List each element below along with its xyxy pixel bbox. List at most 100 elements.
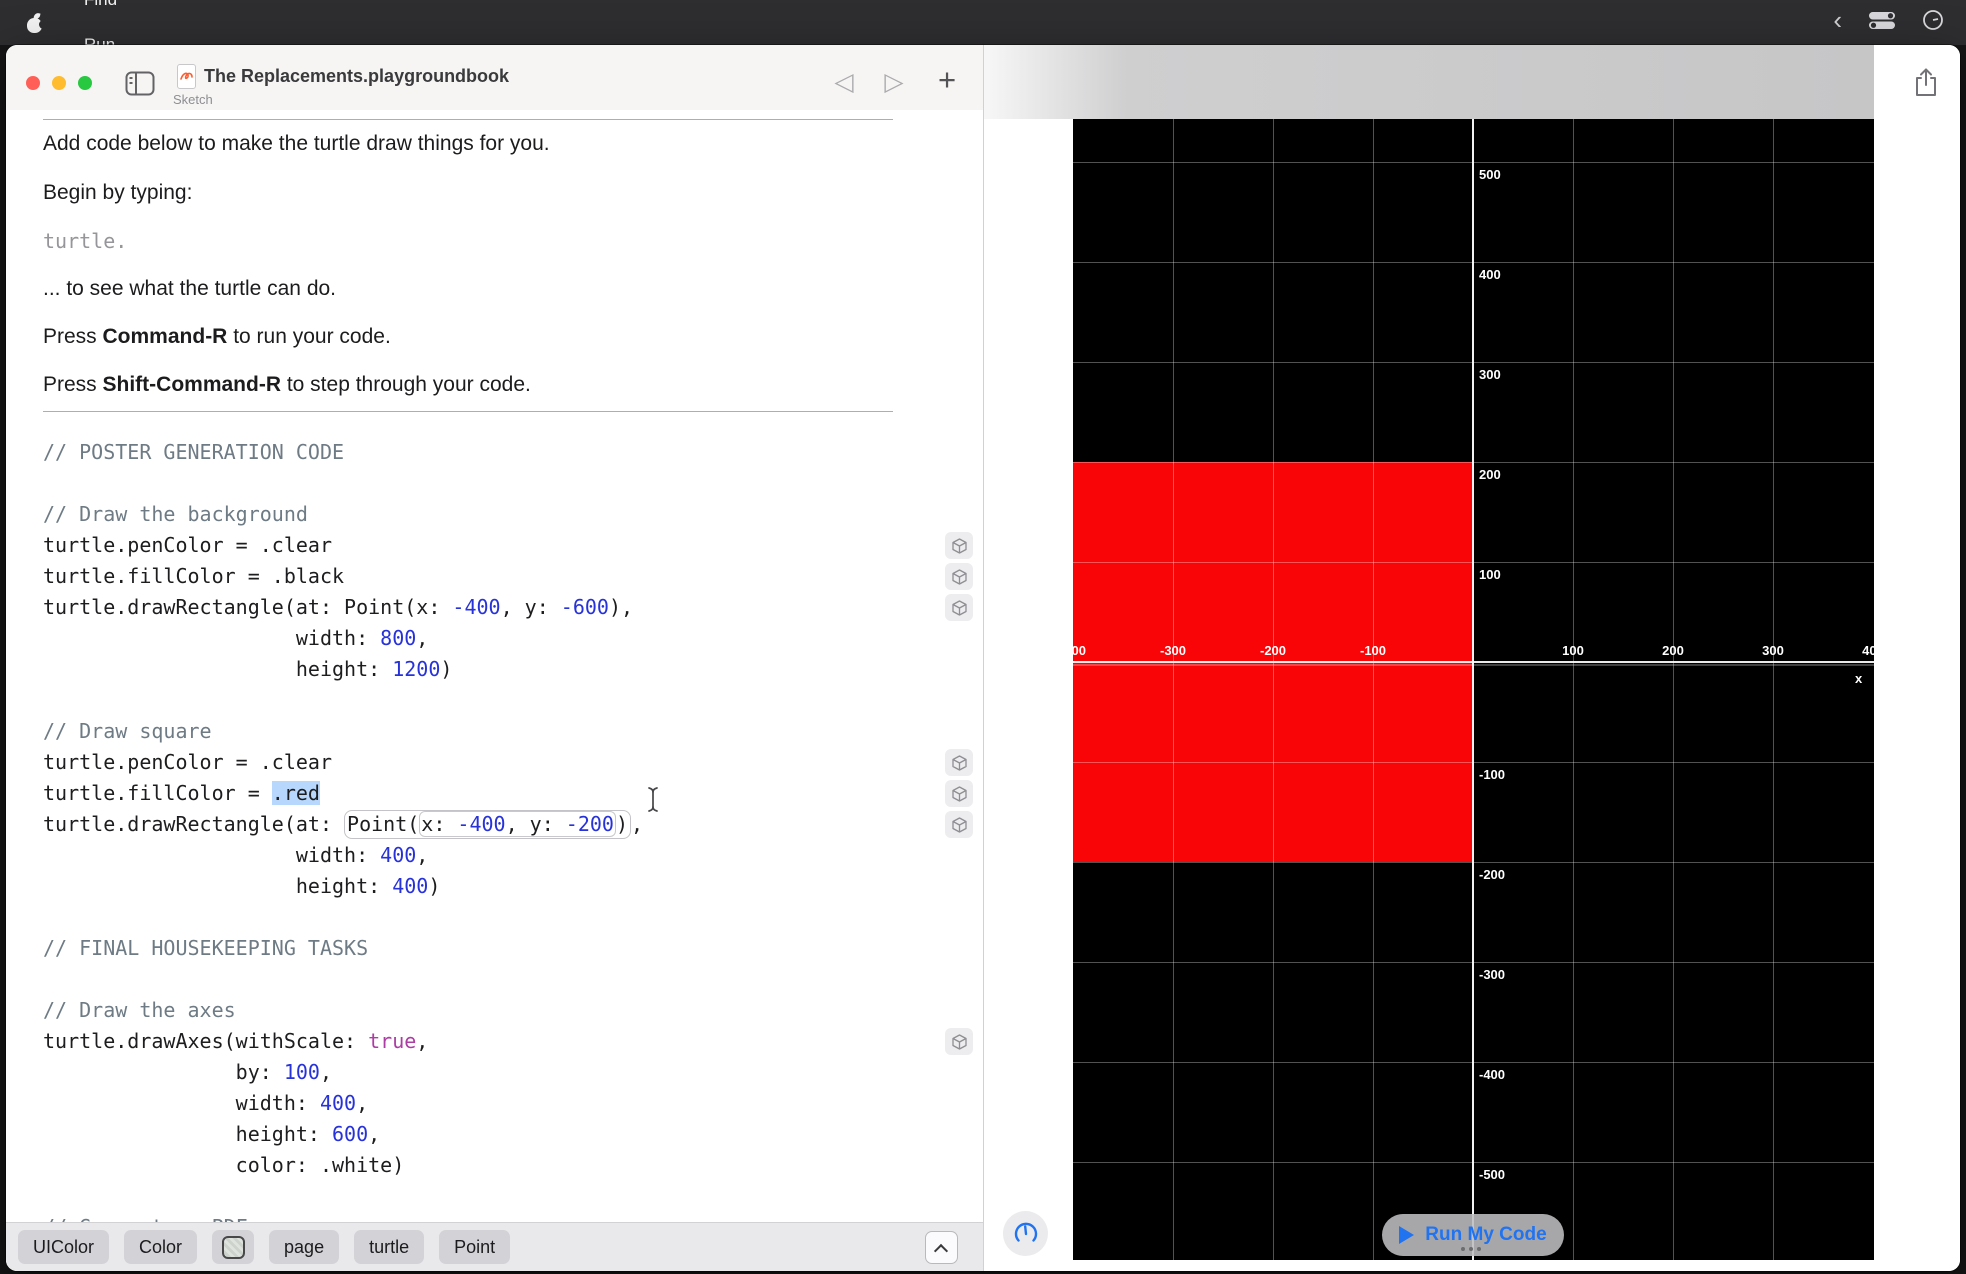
code-line[interactable]: [43, 1181, 978, 1212]
text-segment: height:: [43, 874, 393, 898]
chevron-left-icon[interactable]: ‹: [1833, 0, 1842, 43]
code-line[interactable]: // Draw the background: [43, 499, 978, 530]
text-segment: 400: [319, 1091, 357, 1115]
code-line[interactable]: // Draw the axes: [43, 995, 978, 1026]
window-title: The Replacements.playgroundbook: [204, 66, 510, 86]
text-segment: ): [428, 874, 441, 898]
color-swatch-icon: [221, 1235, 245, 1259]
x-tick-label: 400: [1862, 643, 1874, 658]
text-segment: turtle.penColor = .clear: [43, 533, 332, 557]
instruction-paragraph: Add code below to make the turtle draw t…: [43, 132, 550, 156]
text-segment: -200: [565, 812, 614, 836]
text-segment: ,: [631, 812, 644, 836]
instruction-paragraph: Press Command-R to run your code.: [43, 325, 391, 349]
completion-item-turtle[interactable]: turtle: [354, 1230, 425, 1264]
code-line[interactable]: [43, 902, 978, 933]
control-center-icon[interactable]: [1868, 11, 1896, 35]
x-tick-label: -200: [1259, 643, 1287, 658]
code-line[interactable]: height: 400): [43, 871, 978, 902]
completion-item-color-swatch[interactable]: [212, 1230, 255, 1264]
code-line[interactable]: [43, 685, 978, 716]
text-segment: Press: [43, 325, 103, 348]
code-line[interactable]: turtle.fillColor = .black: [43, 561, 978, 592]
code-line[interactable]: [43, 964, 978, 995]
zoom-button[interactable]: [78, 76, 92, 90]
cube-icon[interactable]: [945, 811, 973, 838]
y-tick-label: -300: [1479, 967, 1506, 982]
y-tick-label: 500: [1479, 167, 1501, 182]
code-listing[interactable]: // POSTER GENERATION CODE // Draw the bac…: [43, 437, 978, 1243]
cube-icon[interactable]: [945, 749, 973, 776]
text-segment: to step through your code.: [281, 373, 531, 396]
text-segment: ): [615, 812, 629, 836]
text-segment: , y:: [500, 595, 561, 619]
code-editor-pane[interactable]: Add code below to make the turtle draw t…: [6, 110, 983, 1271]
instruction-paragraph: Begin by typing:: [43, 181, 192, 205]
play-icon: [1399, 1226, 1415, 1244]
close-button[interactable]: [26, 76, 40, 90]
horizontal-rule: [43, 411, 893, 412]
code-line[interactable]: // POSTER GENERATION CODE: [43, 437, 978, 468]
minimize-button[interactable]: [52, 76, 66, 90]
x-axis-name-label: x: [1855, 671, 1863, 686]
titlebar: The Replacements.playgroundbook Sketch ◁…: [6, 45, 983, 110]
code-line[interactable]: turtle.drawRectangle(at: Point(x: -400, …: [43, 592, 978, 623]
code-line[interactable]: turtle.penColor = .clear: [43, 530, 978, 561]
cube-icon[interactable]: [945, 563, 973, 590]
y-axis-line: [1472, 119, 1474, 1260]
code-line[interactable]: // Draw square: [43, 716, 978, 747]
cube-icon[interactable]: [945, 594, 973, 621]
text-segment: turtle.penColor = .clear: [43, 750, 332, 774]
text-segment: turtle.drawRectangle(at: Point(x:: [43, 595, 453, 619]
menu-item-find[interactable]: Find: [69, 0, 202, 23]
code-line[interactable]: height: 600,: [43, 1119, 978, 1150]
x-tick-label: 100: [1562, 643, 1584, 658]
code-line[interactable]: [43, 468, 978, 499]
collapse-button[interactable]: [925, 1231, 958, 1264]
share-button[interactable]: [1913, 67, 1939, 98]
text-segment: x: -400, y: -200: [419, 811, 616, 837]
live-view-header: [984, 45, 1874, 119]
x-tick-label: -400: [1073, 643, 1087, 658]
x-axis-line: [1073, 661, 1874, 663]
code-line[interactable]: by: 100,: [43, 1057, 978, 1088]
forward-button[interactable]: ▷: [879, 67, 909, 97]
text-segment: x:: [421, 812, 458, 836]
text-segment: Shift-Command-R: [102, 373, 281, 396]
text-segment: ,: [416, 626, 429, 650]
cube-icon[interactable]: [945, 532, 973, 559]
apple-menu-icon[interactable]: [26, 12, 48, 33]
code-line[interactable]: width: 400,: [43, 840, 978, 871]
code-line[interactable]: turtle.drawRectangle(at: Point(x: -400, …: [43, 809, 978, 840]
cube-icon[interactable]: [945, 1028, 973, 1055]
text-segment: 600: [331, 1122, 369, 1146]
chevron-up-icon: [933, 1243, 949, 1259]
sidebar-toggle-icon[interactable]: [125, 71, 155, 96]
completion-item-uicolor[interactable]: UIColor: [18, 1230, 110, 1264]
code-line[interactable]: width: 400,: [43, 1088, 978, 1119]
run-speed-button[interactable]: [1003, 1211, 1048, 1256]
code-line[interactable]: turtle.penColor = .clear: [43, 747, 978, 778]
code-line[interactable]: width: 800,: [43, 623, 978, 654]
cube-icon[interactable]: [945, 780, 973, 807]
completion-item-point[interactable]: Point: [439, 1230, 511, 1264]
clock-icon[interactable]: [1922, 9, 1944, 36]
add-button[interactable]: +: [932, 62, 962, 98]
completion-item-color[interactable]: Color: [124, 1230, 198, 1264]
gridline: [1273, 119, 1274, 1260]
text-segment: to run your code.: [227, 325, 391, 348]
text-segment: -400: [452, 595, 501, 619]
text-segment: ,: [368, 1122, 381, 1146]
code-line[interactable]: color: .white): [43, 1150, 978, 1181]
window-subtitle: Sketch: [173, 92, 213, 107]
shortcut-bar: UIColor Color page turtle Point: [6, 1222, 983, 1271]
code-line[interactable]: turtle.fillColor = .red: [43, 778, 978, 809]
back-button[interactable]: ◁: [829, 67, 859, 97]
code-line[interactable]: turtle.drawAxes(withScale: true,: [43, 1026, 978, 1057]
text-segment: Point(: [347, 812, 420, 836]
completion-item-page[interactable]: page: [269, 1230, 340, 1264]
text-segment: true: [368, 1029, 417, 1053]
code-line[interactable]: // FINAL HOUSEKEEPING TASKS: [43, 933, 978, 964]
text-segment: Press: [43, 373, 103, 396]
code-line[interactable]: height: 1200): [43, 654, 978, 685]
